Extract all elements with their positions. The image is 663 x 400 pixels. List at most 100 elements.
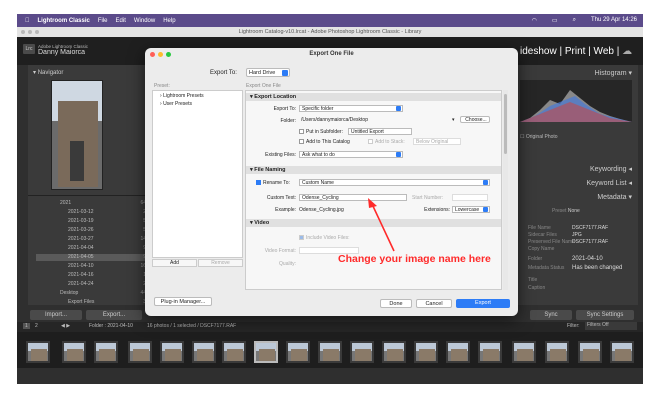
filmstrip-thumbnail[interactable] (286, 341, 310, 363)
wifi-icon[interactable]: ◠ (532, 17, 537, 24)
chevron-down-icon (483, 207, 488, 212)
add-preset-button[interactable]: Add (152, 259, 197, 267)
preset-user[interactable]: › User Presets (160, 101, 192, 107)
export-to-select[interactable]: Hard Drive (246, 68, 290, 77)
minimize-icon[interactable] (28, 30, 32, 34)
extensions-select[interactable]: Lowercase (452, 206, 490, 213)
stack-position-select[interactable]: Below Original (413, 138, 461, 145)
include-video-checkbox[interactable] (299, 235, 304, 240)
filmstrip-thumbnail[interactable] (128, 341, 152, 363)
existing-files-select[interactable]: Ask what to do (299, 151, 403, 158)
filmstrip-thumbnail[interactable] (318, 341, 342, 363)
folder-row[interactable]: 2021-04-049 (36, 245, 148, 252)
folder-row[interactable]: 2021-04-10 16 (36, 263, 148, 270)
filter-select[interactable]: Filters Off (585, 322, 637, 330)
apple-icon[interactable]:  (25, 18, 30, 24)
back-icon[interactable]: ◀ ▶ (61, 323, 70, 329)
keyword-list-label: Keyword List (586, 180, 627, 187)
folder-history-icon[interactable]: ▾ (452, 117, 455, 123)
navigator-header[interactable]: ▾ Navigator (33, 69, 63, 76)
folder-row[interactable]: 2021-04-161 (36, 272, 148, 279)
clock[interactable]: Thu 29 Apr 14:26 (591, 17, 637, 24)
start-number-input[interactable] (452, 194, 488, 201)
filmstrip-thumbnail[interactable] (578, 341, 602, 363)
export-confirm-button[interactable]: Export (456, 299, 510, 308)
page-2-button[interactable]: 2 (35, 323, 38, 329)
dialog-close-icon[interactable] (150, 52, 155, 57)
folder-row[interactable]: 2021-04-059 (36, 254, 148, 261)
choose-button[interactable]: Choose... (460, 116, 490, 123)
dialog-zoom-icon[interactable] (166, 52, 171, 57)
folder-row[interactable]: 2021-03-265 (36, 227, 148, 234)
folder-row[interactable]: Export Files3 (36, 299, 148, 306)
filmstrip-thumbnail[interactable] (545, 341, 569, 363)
sync-button[interactable]: Sync (530, 310, 572, 320)
add-to-stack-checkbox[interactable] (368, 139, 373, 144)
filmstrip-thumbnail[interactable] (192, 341, 216, 363)
original-photo-checkbox[interactable]: ☐ Original Photo (520, 134, 558, 140)
keyword-list-header[interactable]: Keyword List ◂ (520, 179, 632, 187)
preset-lightroom[interactable]: › Lightroom Presets (160, 93, 204, 99)
divider (28, 195, 148, 196)
folder-row[interactable]: 2021-03-122 (36, 209, 148, 216)
module-picker[interactable]: ideshow | Print | Web | ☁ (520, 46, 632, 57)
subfolder-input[interactable]: Untitled Export (348, 128, 412, 135)
import-button[interactable]: Import... (30, 310, 82, 320)
folder-row[interactable]: 2021-04-242 (36, 281, 148, 288)
folder-row[interactable]: Desktop 44 (36, 290, 148, 297)
plugin-manager-button[interactable]: Plug-in Manager... (154, 297, 212, 306)
filmstrip-thumbnail[interactable] (160, 341, 184, 363)
cancel-button[interactable]: Cancel (416, 299, 452, 308)
subfolder-label: Put in Subfolder: (306, 129, 343, 135)
dialog-minimize-icon[interactable] (158, 52, 163, 57)
menu-help[interactable]: Help (163, 18, 175, 24)
folder-row[interactable]: 2021 64 (36, 200, 148, 207)
export-location-header[interactable]: ▾ Export Location (246, 93, 501, 101)
close-icon[interactable] (21, 30, 25, 34)
export-button[interactable]: Export... (86, 310, 142, 320)
folder-row[interactable]: 2021-03-195 (36, 218, 148, 225)
folder-row[interactable]: 2021-03-27 14 (36, 236, 148, 243)
preset-row[interactable]: Preset None (552, 208, 580, 214)
battery-icon[interactable]: ▭ (552, 17, 558, 24)
filmstrip-source[interactable]: Folder : 2021-04-10 (89, 323, 133, 329)
done-button[interactable]: Done (380, 299, 412, 308)
filmstrip-thumbnail[interactable] (414, 341, 438, 363)
export-location-select[interactable]: Specific folder (299, 105, 403, 112)
filmstrip-thumbnail[interactable] (512, 341, 536, 363)
settings-scroll-thumb[interactable] (504, 94, 507, 154)
add-to-catalog-checkbox[interactable] (299, 139, 304, 144)
filmstrip-thumbnail[interactable] (610, 341, 634, 363)
remove-preset-button[interactable]: Remove (198, 259, 243, 267)
filmstrip-thumbnail[interactable] (62, 341, 86, 363)
menu-window[interactable]: Window (134, 18, 155, 24)
filmstrip-thumbnail[interactable] (26, 341, 50, 363)
filmstrip-thumbnail-selected[interactable] (254, 341, 278, 363)
filmstrip-thumbnail[interactable] (350, 341, 374, 363)
page-1-button[interactable]: 1 (23, 323, 30, 329)
preset-list[interactable] (152, 90, 243, 258)
cloud-icon[interactable]: ☁ (622, 46, 632, 57)
rename-template-select[interactable]: Custom Name (299, 179, 490, 186)
chevron-down-icon (282, 70, 288, 76)
keywording-header[interactable]: Keywording ◂ (520, 165, 632, 173)
file-naming-header[interactable]: ▾ File Naming (246, 166, 501, 174)
navigator-preview[interactable] (51, 80, 103, 190)
histogram-header[interactable]: Histogram ▾ (520, 69, 632, 77)
filmstrip-thumbnail[interactable] (478, 341, 502, 363)
filmstrip-thumbnail[interactable] (382, 341, 406, 363)
menu-edit[interactable]: Edit (116, 18, 126, 24)
module-links[interactable]: ideshow | Print | Web | (520, 46, 619, 57)
zoom-icon[interactable] (35, 30, 39, 34)
meta-value: 2021-04-10 (572, 256, 603, 262)
subfolder-checkbox[interactable] (299, 129, 304, 134)
menu-file[interactable]: File (98, 18, 108, 24)
search-icon[interactable]: ⌕ (573, 17, 576, 24)
filmstrip-thumbnail[interactable] (94, 341, 118, 363)
metadata-header[interactable]: Metadata ▾ (520, 193, 632, 201)
menu-app[interactable]: Lightroom Classic (38, 18, 90, 24)
rename-checkbox[interactable] (256, 180, 261, 185)
filmstrip-thumbnail[interactable] (222, 341, 246, 363)
filmstrip-thumbnail[interactable] (446, 341, 470, 363)
sync-settings-button[interactable]: Sync Settings (576, 310, 634, 320)
